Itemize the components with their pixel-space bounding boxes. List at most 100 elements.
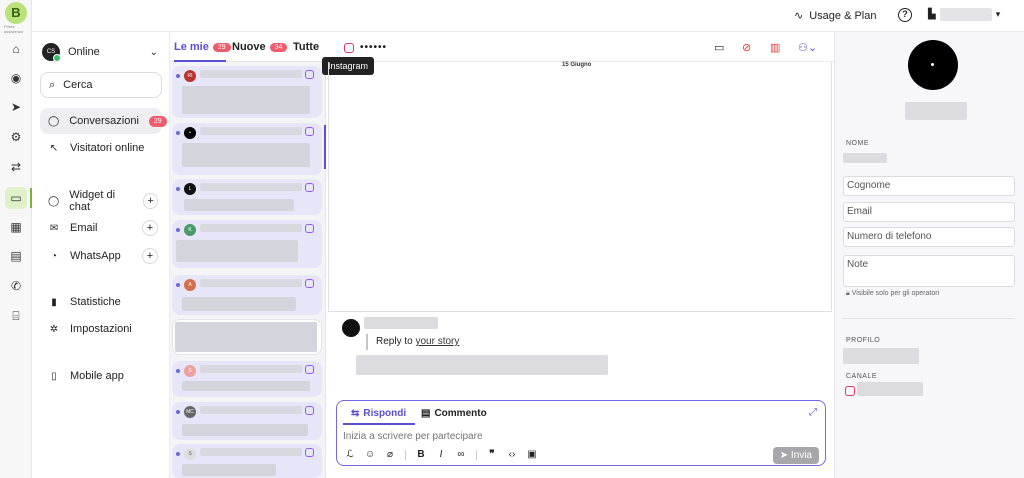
instagram-icon[interactable] [344,42,354,53]
contact-name [200,406,302,414]
avatar: S [184,365,196,377]
instagram-icon [305,70,314,79]
board-icon[interactable]: ▦ [5,216,27,238]
message-preview [182,86,310,114]
contacts-icon[interactable]: ◉ [5,67,27,89]
add-widget-button[interactable]: + [143,193,158,209]
assign-user-icon[interactable]: ⚇⌄ [798,41,817,54]
archive-icon[interactable]: ▭ [714,41,724,54]
tab-count-badge: 29 [212,42,231,52]
story-reply: Reply to your story [366,334,459,350]
name-value[interactable] [843,153,887,163]
sidebar-item-impostazioni[interactable]: ✲ Impostazioni [40,316,162,342]
help-icon[interactable]: ? [898,8,912,22]
home-icon[interactable]: ⌂ [5,38,27,60]
link-icon[interactable]: ∞ [456,449,466,460]
tab-rispondi[interactable]: ⇆ Rispondi [351,408,406,419]
message-preview [182,143,310,167]
phone-field[interactable]: Numero di telefono [843,227,1015,247]
tab-commento[interactable]: ▤ Commento [421,408,487,419]
sidebar-item-visitatori[interactable]: ↖ Visitatori online [40,135,162,161]
org-selector[interactable]: ▙ ▾ [928,8,1000,21]
automation-icon[interactable]: ⚙ [5,126,27,148]
story-link[interactable]: your story [415,336,459,347]
sidebar-item-email[interactable]: ✉ Email + [40,215,162,241]
sidebar-item-whatsapp[interactable]: ◔ WhatsApp + [40,243,162,269]
chat-icon[interactable]: ▭ [5,187,27,209]
tab-tutte[interactable]: Tutte [293,41,319,53]
search-button[interactable]: ⌕ Cerca [40,72,162,98]
message-history [328,62,832,312]
chat-header: •••••• ▭ ⊘ ▥ ⚇⌄ [326,32,834,62]
tab-le-mie[interactable]: Le mie 29 [174,41,231,53]
profile-value[interactable] [843,348,919,364]
surname-field[interactable]: Cognome [843,176,1015,196]
bold-icon[interactable]: B [416,449,426,460]
avatar [342,319,360,337]
code-block-icon[interactable]: ▣ [527,449,537,460]
notes-field[interactable]: Note [843,255,1015,287]
chat-panel: •••••• ▭ ⊘ ▥ ⚇⌄ Instagram 15 Giugno Repl… [322,32,834,478]
phone-icon[interactable]: ✆ [5,275,27,297]
status-selector[interactable]: CS Online ⌄ [42,42,158,62]
chat-bubble-icon: ◯ [48,115,60,127]
sidebar-item-widget[interactable]: ◯ Widget di chat + [40,188,162,214]
emoji-icon[interactable]: ☺ [365,449,375,460]
avatar: RI [184,70,196,82]
contact-name [200,279,302,287]
instagram-icon [845,386,855,396]
code-icon[interactable]: ‹› [507,449,517,460]
signature-icon[interactable]: ℒ [345,449,355,460]
message-preview [182,381,310,391]
list-item[interactable]: • [172,123,322,175]
list-item[interactable]: A [172,275,322,315]
expand-icon[interactable]: ⤢ [809,407,817,418]
format-toolbar: ℒ ☺ ⌀ B I ∞ ❞ ‹› ▣ [345,449,537,460]
add-whatsapp-button[interactable]: + [142,248,158,264]
list-item[interactable]: L [172,179,322,215]
divider [843,318,1015,319]
message-preview [176,240,298,262]
contact-name [200,365,302,373]
composer: ⇆ Rispondi ▤ Commento ⤢ ℒ ☺ ⌀ B I ∞ ❞ ‹› [336,400,826,466]
tab-count-badge: 34 [269,42,288,52]
sidebar-item-label: Email [70,222,98,234]
calendar-icon[interactable]: ▤ [5,245,27,267]
sidebar-item-mobile[interactable]: ▯ Mobile app [40,363,162,389]
channel-label: CANALE [846,373,878,380]
list-item[interactable]: RI [172,66,322,118]
bank-icon[interactable]: ⌸ [5,305,27,327]
quote-icon[interactable]: ❞ [487,449,497,460]
tab-nuove[interactable]: Nuove 34 [232,41,288,53]
whatsapp-icon: ◔ [50,250,58,262]
attachment-icon[interactable]: ⌀ [385,449,395,460]
email-field[interactable]: Email [843,202,1015,222]
send-button[interactable]: ➤ Invia [772,447,819,464]
list-item[interactable]: S [172,444,322,478]
list-item[interactable]: S [172,361,322,397]
tab-label: Rispondi [363,408,407,419]
instagram-icon [305,127,314,136]
app-logo[interactable]: B [5,2,27,24]
list-item[interactable]: MC [172,402,322,440]
sidebar: CS Online ⌄ ⌕ Cerca ◯ Conversazioni 29 ↖… [32,32,170,478]
avatar: A [184,279,196,291]
list-item[interactable]: K [172,220,322,268]
send-icon[interactable]: ➤ [5,96,27,118]
list-item[interactable] [172,319,322,355]
channel-value[interactable] [857,382,923,396]
sync-icon[interactable]: ⇄ [5,156,27,178]
sidebar-item-label: Statistiche [70,296,121,308]
block-icon[interactable]: ⊘ [742,41,751,54]
add-email-button[interactable]: + [142,220,158,236]
contact-name [200,183,302,191]
conversation-tabs: Le mie 29 Nuove 34 Tutte [170,32,326,62]
sidebar-item-conversazioni[interactable]: ◯ Conversazioni 29 [40,108,167,134]
trash-icon[interactable]: ▥ [770,41,780,54]
contact-avatar [908,40,958,90]
italic-icon[interactable]: I [436,449,446,460]
instagram-icon [305,448,314,457]
message-input[interactable] [343,431,743,442]
usage-plan-link[interactable]: ∿ Usage & Plan [794,9,876,23]
sidebar-item-statistiche[interactable]: ▮ Statistiche [40,289,162,315]
